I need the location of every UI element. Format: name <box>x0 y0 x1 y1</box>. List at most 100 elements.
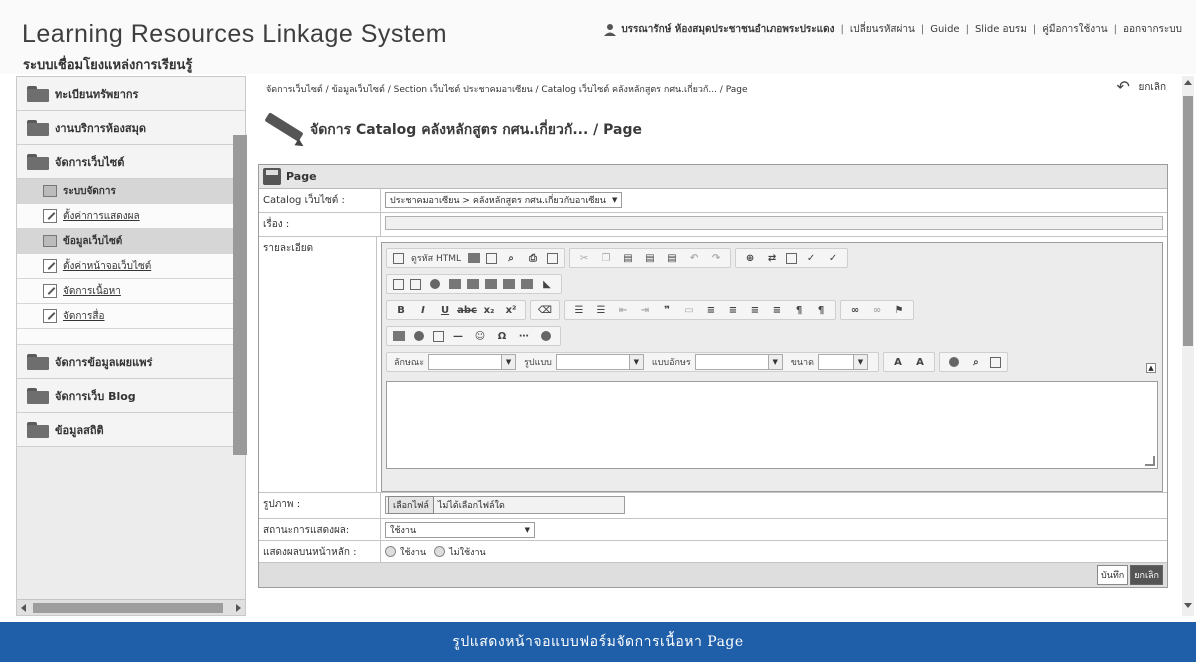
change-password-link[interactable]: เปลี่ยนรหัสผ่าน <box>850 22 915 37</box>
bold-icon[interactable]: B <box>393 303 409 317</box>
sidebar-link-display-settings[interactable]: ตั้งค่าการแสดงผล <box>17 204 245 229</box>
underline-icon[interactable]: U <box>437 303 453 317</box>
sidebar-item-blog[interactable]: จัดการเว็บ Blog <box>17 379 245 413</box>
checkbox-icon[interactable] <box>410 278 421 290</box>
rtl-icon[interactable]: ¶ <box>813 303 829 317</box>
scroll-down-arrow-icon[interactable] <box>1184 603 1192 608</box>
smiley-icon[interactable]: ☺ <box>472 329 488 343</box>
resize-handle-icon[interactable] <box>1145 456 1155 466</box>
style-select[interactable]: ▼ <box>428 354 517 370</box>
replace-icon[interactable]: ⇄ <box>764 251 780 265</box>
slide-link[interactable]: Slide อบรม <box>975 22 1027 37</box>
find-icon[interactable]: ⊕ <box>742 251 758 265</box>
main-vertical-scrollbar[interactable] <box>1182 76 1194 616</box>
radio-icon[interactable] <box>427 277 443 291</box>
source-icon[interactable] <box>393 252 404 264</box>
align-right-icon[interactable]: ≡ <box>747 303 763 317</box>
breadcrumb[interactable]: จัดการเว็บไซต์ / ข้อมูลเว็บไซต์ / Sectio… <box>266 82 747 96</box>
button-field-icon[interactable] <box>503 279 515 289</box>
save-icon[interactable] <box>468 253 481 263</box>
paste-icon[interactable]: ▤ <box>620 251 636 265</box>
align-left-icon[interactable]: ≡ <box>703 303 719 317</box>
format-select[interactable]: ▼ <box>555 354 644 370</box>
scroll-right-arrow-icon[interactable] <box>236 604 241 612</box>
justify-icon[interactable]: ≡ <box>769 303 785 317</box>
source-button[interactable]: ดูรหัส HTML <box>411 251 461 265</box>
align-center-icon[interactable]: ≡ <box>725 303 741 317</box>
guide-link[interactable]: Guide <box>930 24 959 35</box>
spellcheck-icon[interactable]: ✓ <box>803 251 819 265</box>
image-button-icon[interactable] <box>521 279 533 289</box>
sidebar-link-manage-media[interactable]: จัดการสื่อ <box>17 304 245 329</box>
special-char-icon[interactable]: Ω <box>494 329 510 343</box>
sidebar-vertical-scrollbar[interactable] <box>233 135 247 455</box>
status-select[interactable]: ใช้งาน ▼ <box>385 522 535 538</box>
editor-content-area[interactable] <box>386 381 1158 469</box>
size-select[interactable]: ▼ <box>817 354 868 370</box>
catalog-select[interactable]: ประชาคมอาเซียน > คลังหลักสูตร กศน.เกี่ยว… <box>385 192 623 208</box>
bg-color-icon[interactable]: A <box>912 355 928 369</box>
choose-file-button[interactable]: เลือกไฟล์ <box>388 496 434 514</box>
div-icon[interactable]: ▭ <box>681 303 697 317</box>
numbered-list-icon[interactable]: ☰ <box>571 303 587 317</box>
subscript-icon[interactable]: x₂ <box>481 303 497 317</box>
user-name[interactable]: บรรณารักษ์ ห้องสมุดประชาชนอำเภอพระประแดง <box>621 22 834 37</box>
preview-icon[interactable]: ⌕ <box>503 251 519 265</box>
font-select[interactable]: ▼ <box>694 354 783 370</box>
remove-format-icon[interactable]: ⌫ <box>537 303 553 317</box>
file-input[interactable]: เลือกไฟล์ ไม่ได้เลือกไฟล์ใด <box>385 496 625 514</box>
blockquote-icon[interactable]: ❞ <box>659 303 675 317</box>
undo-icon[interactable]: ↶ <box>686 251 702 265</box>
indent-icon[interactable]: ⇥ <box>637 303 653 317</box>
select-all-icon[interactable] <box>786 252 798 264</box>
anchor-icon[interactable]: ⚑ <box>891 303 907 317</box>
cancel-button[interactable]: ยกเลิก <box>1130 565 1163 585</box>
homepage-radio-active[interactable]: ใช้งาน <box>385 545 426 559</box>
scrollbar-thumb[interactable] <box>1183 96 1193 346</box>
link-icon[interactable]: ∞ <box>847 303 863 317</box>
scroll-left-arrow-icon[interactable] <box>21 604 26 612</box>
top-cancel-button[interactable]: ยกเลิก <box>1116 77 1166 96</box>
sidebar-horizontal-scrollbar[interactable] <box>17 599 245 615</box>
collapse-toolbar-icon[interactable]: ▲ <box>1146 363 1156 373</box>
sidebar-item-library-service[interactable]: งานบริการห้องสมุด <box>17 111 245 145</box>
redo-icon[interactable]: ↷ <box>708 251 724 265</box>
sidebar-item-publish[interactable]: จัดการข้อมูลเผยแพร่ <box>17 345 245 379</box>
iframe-icon[interactable] <box>538 329 554 343</box>
save-button[interactable]: บันทึก <box>1096 565 1129 585</box>
homepage-radio-inactive[interactable]: ไม่ใช้งาน <box>434 545 486 559</box>
sidebar-link-manage-content[interactable]: จัดการเนื้อหา <box>17 279 245 304</box>
table-icon[interactable] <box>433 330 444 342</box>
flash-icon[interactable] <box>411 329 427 343</box>
page-break-icon[interactable]: ⋯ <box>516 329 532 343</box>
unlink-icon[interactable]: ∞ <box>869 303 885 317</box>
textfield-icon[interactable] <box>449 279 461 289</box>
about-icon[interactable] <box>989 356 1001 368</box>
textarea-icon[interactable] <box>467 279 479 289</box>
paste-word-icon[interactable]: ▤ <box>664 251 680 265</box>
sidebar-item-statistics[interactable]: ข้อมูลสถิติ <box>17 413 245 447</box>
sidebar-link-screen-settings[interactable]: ตั้งค่าหน้าจอเว็บไซต์ <box>17 254 245 279</box>
sidebar-item-website[interactable]: จัดการเว็บไซต์ <box>17 145 245 179</box>
scayt-icon[interactable]: ✓ <box>825 251 841 265</box>
horizontal-line-icon[interactable]: — <box>450 329 466 343</box>
text-color-icon[interactable]: A <box>890 355 906 369</box>
bulleted-list-icon[interactable]: ☰ <box>593 303 609 317</box>
subject-input[interactable] <box>385 216 1163 230</box>
strike-icon[interactable]: abc <box>457 303 477 317</box>
hidden-field-icon[interactable]: ◣ <box>539 277 555 291</box>
print-icon[interactable]: ⎙ <box>525 251 541 265</box>
templates-icon[interactable] <box>547 252 559 264</box>
italic-icon[interactable]: I <box>415 303 431 317</box>
scrollbar-thumb[interactable] <box>33 603 223 613</box>
form-icon[interactable] <box>393 278 404 290</box>
image-icon[interactable] <box>393 331 405 341</box>
superscript-icon[interactable]: x² <box>503 303 519 317</box>
outdent-icon[interactable]: ⇤ <box>615 303 631 317</box>
paste-text-icon[interactable]: ▤ <box>642 251 658 265</box>
logout-link[interactable]: ออกจากระบบ <box>1123 22 1182 37</box>
copy-icon[interactable]: ❐ <box>598 251 614 265</box>
sidebar-item-resources[interactable]: ทะเบียนทรัพยากร <box>17 77 245 111</box>
manual-link[interactable]: คู่มือการใช้งาน <box>1042 22 1107 37</box>
select-field-icon[interactable] <box>485 279 497 289</box>
